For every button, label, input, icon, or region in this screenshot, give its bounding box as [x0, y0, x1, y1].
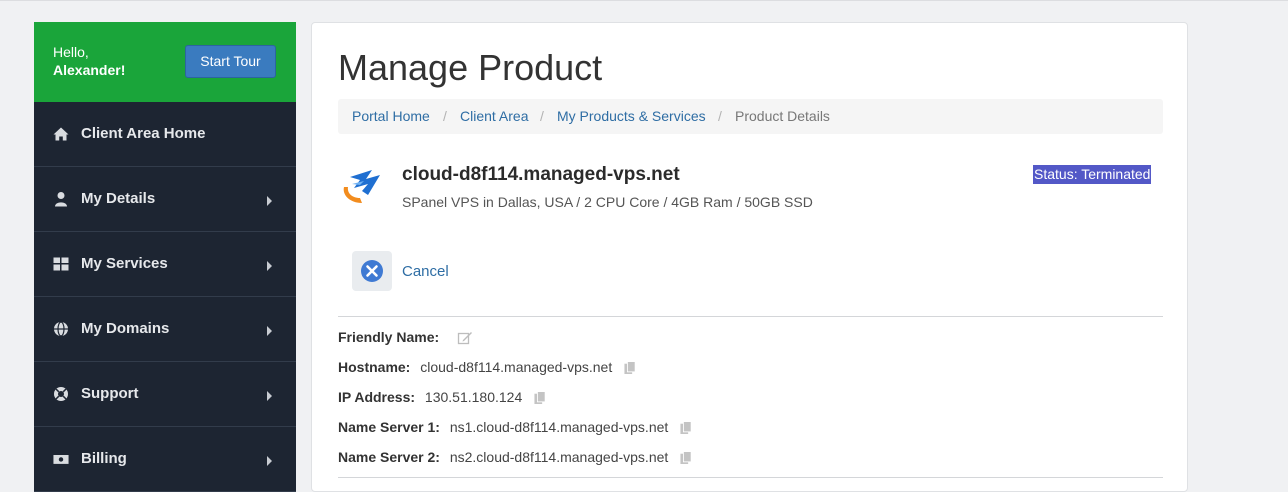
- greeting-panel: Hello, Alexander! Start Tour: [34, 22, 296, 102]
- name-server-1-value: ns1.cloud-d8f114.managed-vps.net: [449, 419, 669, 435]
- breadcrumb-portal-home[interactable]: Portal Home: [352, 99, 430, 134]
- copy-icon[interactable]: [624, 361, 636, 375]
- greeting-label: Hello,: [53, 44, 89, 60]
- sidebar-item-label: My Details: [81, 190, 156, 207]
- spanel-logo-icon: [343, 170, 380, 203]
- sidebar-item-my-services[interactable]: My Services: [34, 232, 296, 297]
- top-border: [0, 0, 1288, 1]
- sidebar-item-my-domains[interactable]: My Domains: [34, 297, 296, 362]
- product-description: SPanel VPS in Dallas, USA / 2 CPU Core /…: [402, 194, 813, 210]
- breadcrumb-client-area[interactable]: Client Area: [460, 99, 528, 134]
- hostname-row: Hostname: cloud-d8f114.managed-vps.net: [338, 358, 636, 376]
- copy-icon[interactable]: [680, 451, 692, 465]
- globe-icon: [54, 321, 68, 337]
- cancel-link[interactable]: Cancel: [402, 263, 449, 281]
- sidebar-item-label: My Domains: [81, 320, 170, 337]
- lifebuoy-icon: [54, 387, 68, 401]
- user-name: Alexander!: [53, 62, 126, 78]
- name-server-2-label: Name Server 2:: [338, 449, 440, 465]
- sidebar-item-support[interactable]: Support: [34, 362, 296, 427]
- start-tour-button[interactable]: Start Tour: [185, 45, 276, 78]
- home-icon: [53, 127, 69, 141]
- breadcrumb-separator: /: [540, 108, 544, 124]
- sidebar: Hello, Alexander! Start Tour Client Area…: [34, 22, 296, 492]
- copy-icon[interactable]: [534, 391, 546, 405]
- name-server-2-value: ns2.cloud-d8f114.managed-vps.net: [449, 449, 669, 465]
- sidebar-item-label: My Services: [81, 255, 168, 272]
- product-name: cloud-d8f114.managed-vps.net: [402, 164, 680, 185]
- cancel-button[interactable]: [352, 251, 392, 291]
- ip-address-row: IP Address: 130.51.180.124: [338, 388, 546, 406]
- edit-icon[interactable]: [457, 330, 473, 346]
- breadcrumb-separator: /: [443, 108, 447, 124]
- hostname-value: cloud-d8f114.managed-vps.net: [420, 359, 613, 375]
- sidebar-item-billing[interactable]: Billing: [34, 427, 296, 492]
- sidebar-item-client-area-home[interactable]: Client Area Home: [34, 102, 296, 167]
- sidebar-item-label: Billing: [81, 450, 127, 467]
- breadcrumb-product-details: Product Details: [735, 108, 830, 124]
- breadcrumb: Portal Home / Client Area / My Products …: [338, 99, 1163, 134]
- ip-address-value: 130.51.180.124: [424, 389, 523, 405]
- copy-icon[interactable]: [680, 421, 692, 435]
- sidebar-item-my-details[interactable]: My Details: [34, 167, 296, 232]
- ip-address-label: IP Address:: [338, 389, 416, 405]
- status-badge: Status: Terminated: [1033, 165, 1152, 184]
- chevron-right-icon: [267, 326, 272, 336]
- hostname-label: Hostname:: [338, 359, 411, 375]
- chevron-right-icon: [267, 391, 272, 401]
- chevron-right-icon: [267, 261, 272, 271]
- sidebar-item-label: Client Area Home: [81, 125, 206, 142]
- chevron-right-icon: [267, 456, 272, 466]
- greeting-text: Hello, Alexander!: [53, 43, 125, 79]
- grid-icon: [53, 257, 69, 271]
- sidebar-item-label: Support: [81, 385, 139, 402]
- friendly-name-label: Friendly Name:: [338, 329, 440, 345]
- page-title: Manage Product: [338, 47, 603, 88]
- divider: [338, 316, 1163, 317]
- user-icon: [55, 192, 67, 207]
- friendly-name-row: Friendly Name:: [338, 328, 473, 346]
- breadcrumb-my-products[interactable]: My Products & Services: [557, 99, 706, 134]
- name-server-1-label: Name Server 1:: [338, 419, 440, 435]
- cancel-circle-icon: [361, 260, 383, 282]
- name-server-1-row: Name Server 1: ns1.cloud-d8f114.managed-…: [338, 418, 692, 436]
- divider: [338, 477, 1163, 478]
- product-card: Manage Product Portal Home / Client Area…: [311, 22, 1188, 492]
- breadcrumb-separator: /: [718, 108, 722, 124]
- money-icon: [53, 455, 69, 464]
- name-server-2-row: Name Server 2: ns2.cloud-d8f114.managed-…: [338, 448, 692, 466]
- chevron-right-icon: [267, 196, 272, 206]
